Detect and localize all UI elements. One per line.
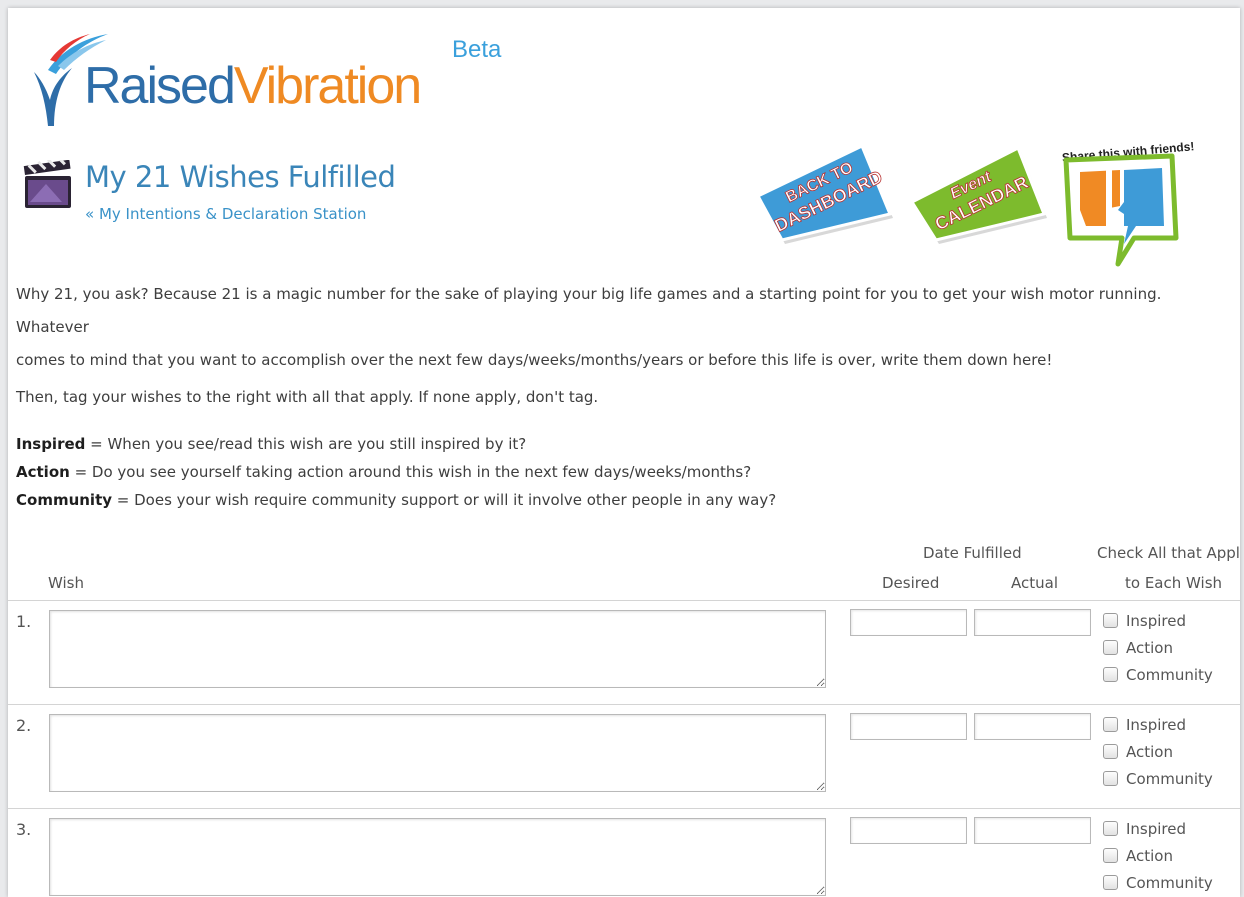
- legend-term: Inspired: [16, 435, 86, 453]
- logo-vibration: Vibration: [233, 57, 422, 115]
- breadcrumb-link[interactable]: « My Intentions & Declaration Station: [85, 205, 366, 223]
- checkbox-label: Action: [1126, 847, 1173, 865]
- checkbox-box[interactable]: [1103, 771, 1118, 786]
- checkbox-box[interactable]: [1103, 667, 1118, 682]
- inspired-checkbox[interactable]: Inspired: [1103, 820, 1186, 842]
- checkbox-label: Inspired: [1126, 820, 1187, 838]
- checkbox-label: Community: [1126, 666, 1213, 684]
- action-checkbox[interactable]: Action: [1103, 639, 1173, 661]
- wish-textarea[interactable]: [49, 714, 826, 792]
- checkbox-box[interactable]: [1103, 744, 1118, 759]
- beta-label: Beta: [452, 36, 502, 63]
- checkbox-label: Inspired: [1126, 612, 1187, 630]
- checkbox-label: Community: [1126, 770, 1213, 788]
- checkbox-label: Inspired: [1126, 716, 1187, 734]
- checkbox-box[interactable]: [1103, 848, 1118, 863]
- column-header-check-all: Check All that Apply: [1097, 544, 1240, 562]
- inspired-checkbox[interactable]: Inspired: [1103, 716, 1186, 738]
- desired-date-input[interactable]: [850, 713, 967, 740]
- checkbox-box[interactable]: [1103, 821, 1118, 836]
- legend-community: Community = Does your wish require commu…: [16, 486, 776, 514]
- legend-definition: = Does your wish require community suppo…: [112, 491, 777, 509]
- tag-instructions: Then, tag your wishes to the right with …: [16, 388, 599, 406]
- column-header-actual: Actual: [1011, 574, 1058, 592]
- wish-number: 2.: [16, 716, 32, 735]
- event-calendar-button[interactable]: Event CALENDAR: [906, 136, 1056, 246]
- row-divider: [8, 808, 1240, 809]
- clapperboard-icon: [23, 160, 71, 208]
- intro-line-1: Why 21, you ask? Because 21 is a magic n…: [16, 285, 1162, 336]
- intro-text: Why 21, you ask? Because 21 is a magic n…: [16, 278, 1231, 377]
- legend-definition: = Do you see yourself taking action arou…: [69, 463, 752, 481]
- wish-row: 2. Inspired Action Community: [8, 708, 1240, 811]
- legend-action: Action = Do you see yourself taking acti…: [16, 458, 776, 486]
- legend-inspired: Inspired = When you see/read this wish a…: [16, 430, 776, 458]
- row-divider: [8, 704, 1240, 705]
- checkbox-label: Action: [1126, 743, 1173, 761]
- checkbox-label: Community: [1126, 874, 1213, 892]
- community-checkbox[interactable]: Community: [1103, 874, 1213, 896]
- action-checkbox[interactable]: Action: [1103, 847, 1173, 869]
- back-to-dashboard-button[interactable]: BACK TO DASHBOARD: [750, 136, 900, 246]
- intro-line-2: comes to mind that you want to accomplis…: [16, 351, 1053, 369]
- wish-textarea[interactable]: [49, 610, 826, 688]
- wish-number: 3.: [16, 820, 32, 839]
- actual-date-input[interactable]: [974, 713, 1091, 740]
- checkbox-box[interactable]: [1103, 875, 1118, 890]
- action-checkbox[interactable]: Action: [1103, 743, 1173, 765]
- legend-term: Action: [16, 463, 70, 481]
- column-header-date-fulfilled: Date Fulfilled: [923, 544, 1022, 562]
- wish-textarea[interactable]: [49, 818, 826, 896]
- checkbox-box[interactable]: [1103, 613, 1118, 628]
- logo-raised: Raised: [84, 57, 236, 115]
- checkbox-label: Action: [1126, 639, 1173, 657]
- raised-vibration-logo[interactable]: RaisedVibration Beta: [28, 26, 528, 126]
- wish-row: 1. Inspired Action Community: [8, 604, 1240, 707]
- checkbox-box[interactable]: [1103, 717, 1118, 732]
- inspired-checkbox[interactable]: Inspired: [1103, 612, 1186, 634]
- table-divider: [8, 600, 1240, 601]
- wish-row: 3. Inspired Action Community: [8, 812, 1240, 897]
- community-checkbox[interactable]: Community: [1103, 666, 1213, 688]
- desired-date-input[interactable]: [850, 817, 967, 844]
- column-header-desired: Desired: [882, 574, 940, 592]
- page-title: My 21 Wishes Fulfilled: [85, 160, 396, 194]
- share-with-friends-button[interactable]: Share this with friends!: [1048, 126, 1198, 276]
- legend-definition: = When you see/read this wish are you st…: [85, 435, 527, 453]
- column-header-wish: Wish: [48, 574, 84, 592]
- tag-legend: Inspired = When you see/read this wish a…: [16, 430, 776, 514]
- wish-number: 1.: [16, 612, 32, 631]
- page: RaisedVibration Beta My 21 Wishes Fulfil…: [8, 8, 1240, 897]
- actual-date-input[interactable]: [974, 817, 1091, 844]
- desired-date-input[interactable]: [850, 609, 967, 636]
- actual-date-input[interactable]: [974, 609, 1091, 636]
- legend-term: Community: [16, 491, 113, 509]
- community-checkbox[interactable]: Community: [1103, 770, 1213, 792]
- checkbox-box[interactable]: [1103, 640, 1118, 655]
- column-header-each-wish: to Each Wish: [1125, 574, 1223, 592]
- logo-wordmark: RaisedVibration: [84, 56, 422, 116]
